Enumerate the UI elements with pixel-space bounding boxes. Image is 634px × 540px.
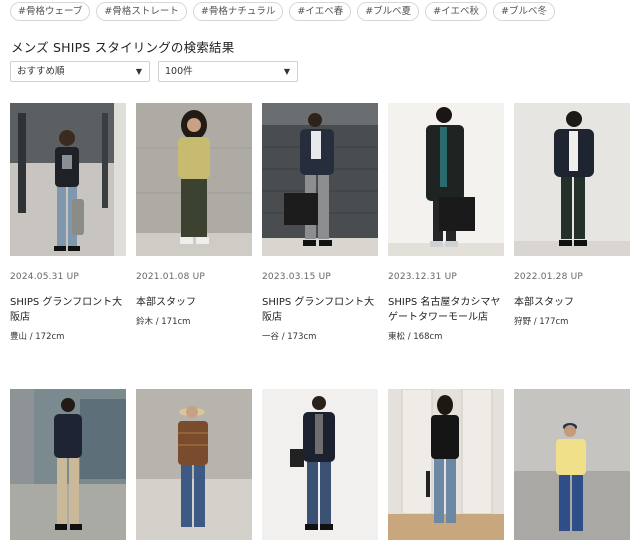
styling-card[interactable] <box>136 389 252 540</box>
styling-card[interactable]: 2024.05.31 UP SHIPS グランフロント大阪店 豊山 / 172c… <box>10 103 126 342</box>
styling-card[interactable]: 2021.01.08 UP 本部スタッフ 鈴木 / 171cm <box>136 103 252 342</box>
styling-photo[interactable] <box>262 103 378 256</box>
tag-chip[interactable]: #骨格ウェーブ <box>10 2 91 21</box>
post-date: 2023.12.31 UP <box>388 272 458 282</box>
shop-name: 本部スタッフ <box>514 297 574 308</box>
per-page-value: 100件 <box>165 66 193 77</box>
styling-photo[interactable] <box>10 103 126 256</box>
styling-card[interactable]: 2023.12.31 UP SHIPS 名古屋タカシマヤゲートタワーモール店 東… <box>388 103 504 342</box>
chevron-down-icon: ▼ <box>135 67 142 76</box>
styling-grid-row-2 <box>10 389 634 540</box>
staff-info: 狩野 / 177cm <box>514 317 569 327</box>
styling-photo[interactable] <box>136 103 252 256</box>
styling-card[interactable]: 2023.03.15 UP SHIPS グランフロント大阪店 一谷 / 173c… <box>262 103 378 342</box>
styling-card[interactable]: 2022.01.28 UP 本部スタッフ 狩野 / 177cm <box>514 103 630 342</box>
shop-name: 本部スタッフ <box>136 297 196 308</box>
post-date: 2023.03.15 UP <box>262 272 332 282</box>
post-date: 2022.01.28 UP <box>514 272 584 282</box>
hashtag-filter-bar: #骨格ウェーブ #骨格ストレート #骨格ナチュラル #イエベ春 #ブルベ夏 #イ… <box>10 2 556 21</box>
page-title: メンズ SHIPS スタイリングの検索結果 <box>11 40 235 55</box>
shop-name: SHIPS 名古屋タカシマヤゲートタワーモール店 <box>388 297 501 323</box>
staff-info: 一谷 / 173cm <box>262 332 317 342</box>
shop-name: SHIPS グランフロント大阪店 <box>10 297 123 323</box>
styling-card[interactable] <box>10 389 126 540</box>
staff-info: 東松 / 168cm <box>388 332 443 342</box>
sort-value: おすすめ順 <box>17 66 65 77</box>
per-page-dropdown[interactable]: 100件 ▼ <box>158 61 298 82</box>
post-date: 2024.05.31 UP <box>10 272 80 282</box>
styling-card[interactable] <box>262 389 378 540</box>
styling-photo[interactable] <box>262 389 378 540</box>
styling-photo[interactable] <box>388 103 504 256</box>
styling-photo[interactable] <box>514 103 630 256</box>
chevron-down-icon: ▼ <box>283 67 290 76</box>
styling-card[interactable] <box>514 389 630 540</box>
tag-chip[interactable]: #ブルベ冬 <box>493 2 556 21</box>
styling-card[interactable] <box>388 389 504 540</box>
tag-chip[interactable]: #骨格ナチュラル <box>192 2 284 21</box>
styling-photo[interactable] <box>136 389 252 540</box>
styling-grid-row-1: 2024.05.31 UP SHIPS グランフロント大阪店 豊山 / 172c… <box>10 103 634 342</box>
staff-info: 鈴木 / 171cm <box>136 317 191 327</box>
styling-photo[interactable] <box>10 389 126 540</box>
shop-name: SHIPS グランフロント大阪店 <box>262 297 375 323</box>
tag-chip[interactable]: #イエベ春 <box>289 2 352 21</box>
styling-photo[interactable] <box>514 389 630 540</box>
tag-chip[interactable]: #イエベ秋 <box>425 2 488 21</box>
styling-photo[interactable] <box>388 389 504 540</box>
post-date: 2021.01.08 UP <box>136 272 206 282</box>
sort-dropdown[interactable]: おすすめ順 ▼ <box>10 61 150 82</box>
tag-chip[interactable]: #ブルベ夏 <box>357 2 420 21</box>
tag-chip[interactable]: #骨格ストレート <box>96 2 187 21</box>
staff-info: 豊山 / 172cm <box>10 332 65 342</box>
